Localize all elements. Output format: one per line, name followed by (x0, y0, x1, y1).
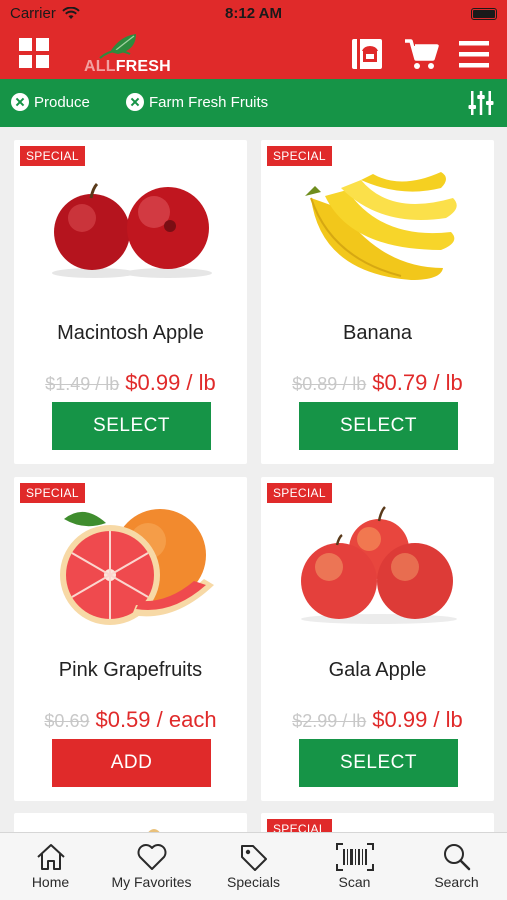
macintosh-apple-image (52, 182, 212, 278)
product-name: Banana (343, 322, 412, 344)
pink-grapefruit-image (60, 509, 214, 625)
heart-icon (137, 844, 166, 870)
product-card[interactable]: SPECIAL Banana $0.89 / lb $0.79 / lb SELE… (261, 140, 494, 464)
bottom-tab-bar: Home My Favorites Specials Scan Search (0, 832, 507, 900)
tab-specials[interactable]: Specials (203, 833, 304, 900)
select-button[interactable]: SELECT (52, 402, 211, 450)
battery-icon (471, 8, 497, 20)
remove-filter-icon[interactable] (126, 93, 144, 111)
cart-icon[interactable] (402, 35, 440, 73)
barcode-icon (335, 843, 374, 871)
logo-fresh-text: FRESH (115, 58, 171, 75)
tab-scan[interactable]: Scan (304, 833, 405, 900)
original-price: $2.99 / lb (292, 711, 367, 731)
sliders-icon[interactable] (467, 89, 495, 117)
grid-icon[interactable] (18, 37, 50, 69)
gala-apple-image (301, 506, 457, 624)
special-badge: SPECIAL (20, 483, 85, 503)
menu-icon[interactable] (455, 35, 493, 73)
sale-price: $0.59 / each (95, 707, 217, 732)
special-badge: SPECIAL (267, 146, 332, 166)
filter-chip-label: Produce (34, 93, 90, 111)
filter-chip-farm-fresh-fruits[interactable]: Farm Fresh Fruits (126, 93, 268, 111)
search-icon (443, 844, 470, 871)
add-button[interactable]: ADD (52, 739, 211, 787)
price-row: $0.89 / lb $0.79 / lb (261, 370, 494, 396)
status-bar: Carrier 8:12 AM (0, 0, 507, 28)
select-button[interactable]: SELECT (299, 739, 458, 787)
sale-price: $0.79 / lb (372, 370, 463, 395)
original-price: $1.49 / lb (45, 374, 120, 394)
clock: 8:12 AM (225, 5, 282, 22)
original-price: $0.89 / lb (292, 374, 367, 394)
sale-price: $0.99 / lb (372, 707, 463, 732)
tab-home[interactable]: Home (0, 833, 101, 900)
product-name: Macintosh Apple (57, 322, 204, 344)
product-card[interactable]: SPECIAL Macintosh Apple $1.49 / lb $0.99 … (14, 140, 247, 464)
original-price: $0.69 (44, 711, 90, 731)
banana-image (305, 172, 457, 280)
tab-label: Home (31, 874, 70, 890)
tab-label: Search (434, 874, 479, 890)
product-name: Pink Grapefruits (58, 659, 203, 681)
filter-chip-label: Farm Fresh Fruits (149, 93, 269, 111)
tab-label: Specials (227, 874, 280, 890)
filter-chip-produce[interactable]: Produce (11, 93, 90, 111)
price-row: $0.69 $0.59 / each (14, 707, 247, 733)
filter-bar: Produce Farm Fresh Fruits (0, 79, 507, 127)
product-card[interactable]: SPECIAL Gala Apple $2.99 / lb $0.99 / lb … (261, 477, 494, 801)
product-card[interactable]: SPECIAL Pink Grapefruits $0.69 $0.59 / ea… (14, 477, 247, 801)
app-header: ALLFRESH (0, 28, 507, 79)
tab-label: Scan (338, 874, 371, 890)
tab-label: My Favorites (111, 874, 192, 890)
remove-filter-icon[interactable] (11, 93, 29, 111)
product-name: Gala Apple (328, 659, 427, 681)
tag-icon (240, 845, 267, 871)
tab-my-favorites[interactable]: My Favorites (101, 833, 202, 900)
special-badge: SPECIAL (20, 146, 85, 166)
special-badge: SPECIAL (267, 483, 332, 503)
tab-search[interactable]: Search (406, 833, 507, 900)
sale-price: $0.99 / lb (125, 370, 216, 395)
app-logo[interactable]: ALLFRESH (84, 58, 171, 76)
home-icon (36, 844, 65, 870)
select-button[interactable]: SELECT (299, 402, 458, 450)
store-icon[interactable] (348, 35, 386, 73)
price-row: $2.99 / lb $0.99 / lb (261, 707, 494, 733)
price-row: $1.49 / lb $0.99 / lb (14, 370, 247, 396)
logo-all-text: ALL (84, 58, 116, 75)
